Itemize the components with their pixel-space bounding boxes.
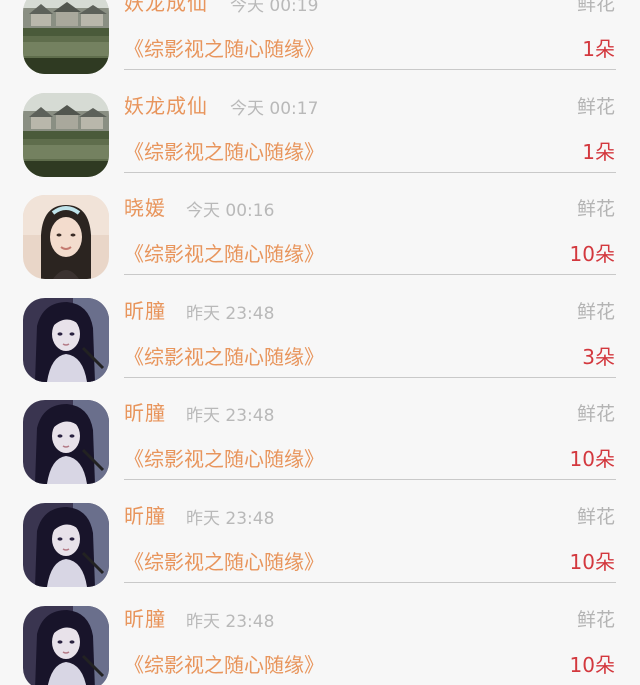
row-divider	[124, 582, 616, 583]
gift-record-row[interactable]: 妖龙成仙 今天 00:17 鲜花《综影视之随心随缘》 1朵	[0, 90, 640, 196]
gift-count: 10朵	[569, 550, 615, 574]
show-title-link[interactable]: 《综影视之随心随缘》	[124, 443, 324, 472]
show-title-link[interactable]: 《综影视之随心随缘》	[124, 649, 324, 678]
gift-count: 10朵	[569, 447, 615, 472]
show-title-link[interactable]: 《综影视之随心随缘》	[124, 136, 324, 165]
gift-record-row[interactable]: 妖龙成仙 今天 00:19 鲜花《综影视之随心随缘》 1朵	[0, 0, 640, 93]
send-time: 昨天 23:48	[186, 406, 275, 427]
sender-name[interactable]: 昕朣	[124, 295, 166, 324]
sender-name[interactable]: 妖龙成仙	[124, 90, 208, 119]
girl-photo-avatar[interactable]	[23, 195, 109, 280]
anime-girl-avatar[interactable]	[23, 503, 109, 587]
gift-type-label: 鲜花	[576, 198, 615, 221]
gift-record-row[interactable]: 昕朣 昨天 23:48 鲜花《综影视之随心随缘》 10朵	[0, 603, 640, 685]
gift-record-row[interactable]: 昕朣 昨天 23:48 鲜花《综影视之随心随缘》 10朵	[0, 503, 640, 606]
gift-type-label: 鲜花	[576, 0, 615, 15]
gift-record-list: 妖龙成仙 今天 00:19 鲜花 《综影视之随心随缘》 1朵 妖龙成仙 今天 00:17 鲜…	[0, 0, 640, 685]
send-time: 今天 00:19	[230, 0, 319, 16]
gift-type-label: 鲜花	[576, 403, 615, 426]
landscape-avatar[interactable]	[23, 0, 109, 74]
show-title-link[interactable]: 《综影视之随心随缘》	[124, 33, 324, 62]
gift-count: 1朵	[582, 139, 615, 164]
show-title-link[interactable]: 《综影视之随心随缘》	[124, 341, 324, 370]
sender-name[interactable]: 昕朣	[124, 397, 166, 426]
row-divider	[124, 376, 616, 378]
send-time: 今天 00:16	[186, 201, 275, 222]
gift-record-row[interactable]: 昕朣 昨天 23:48 鲜花《综影视之随心随缘》 10朵	[0, 400, 640, 503]
row-divider	[124, 479, 616, 481]
gift-record-row[interactable]: 昕朣 昨天 23:48 鲜花《综影视之随心随缘》 3朵	[0, 295, 640, 401]
send-time: 昨天 23:48	[186, 611, 275, 632]
gift-count: 1朵	[582, 37, 615, 61]
send-time: 昨天 23:48	[186, 509, 275, 529]
anime-girl-avatar[interactable]	[23, 400, 109, 485]
sender-name[interactable]: 妖龙成仙	[124, 0, 208, 16]
send-time: 昨天 23:48	[186, 303, 275, 324]
sender-name[interactable]: 昕朣	[124, 603, 166, 632]
anime-girl-avatar[interactable]	[23, 605, 109, 685]
landscape-avatar[interactable]	[23, 92, 109, 177]
gift-type-label: 鲜花	[576, 608, 615, 631]
gift-count: 3朵	[582, 344, 615, 369]
show-title-link[interactable]: 《综影视之随心随缘》	[124, 238, 324, 267]
row-divider	[124, 69, 616, 70]
anime-girl-avatar[interactable]	[23, 297, 109, 382]
gift-type-label: 鲜花	[576, 300, 615, 323]
show-title-link[interactable]: 《综影视之随心随缘》	[124, 546, 324, 575]
sender-name[interactable]: 昕朣	[124, 500, 166, 529]
send-time: 今天 00:17	[230, 98, 319, 119]
gift-count: 10朵	[569, 242, 615, 267]
gift-count: 10朵	[569, 652, 615, 677]
sender-name[interactable]: 晓媛	[124, 192, 166, 221]
gift-type-label: 鲜花	[576, 506, 615, 528]
gift-record-row[interactable]: 晓媛 今天 00:16 鲜花《综影视之随心随缘》 10朵	[0, 195, 640, 298]
gift-type-label: 鲜花	[576, 95, 615, 118]
row-divider	[124, 274, 616, 276]
row-divider	[124, 171, 616, 173]
